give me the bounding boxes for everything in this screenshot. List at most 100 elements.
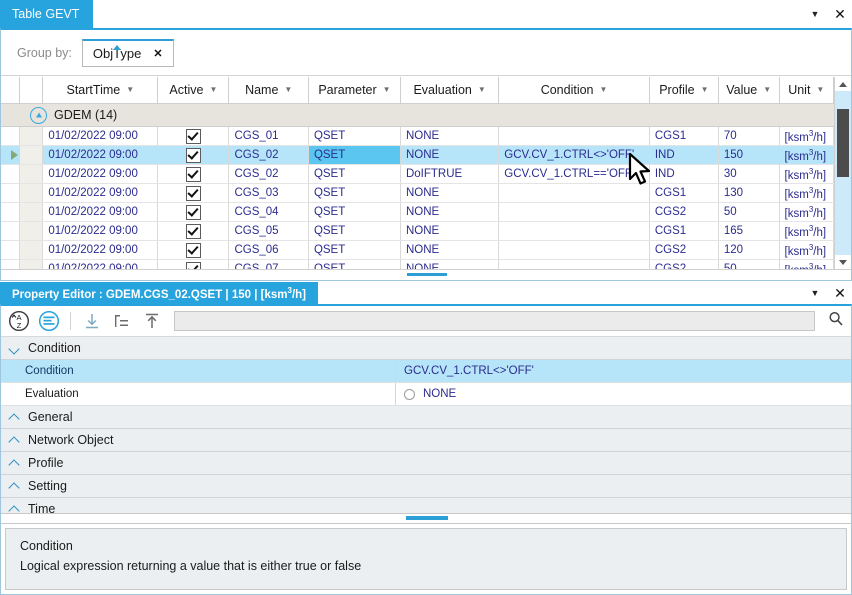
- filter-icon[interactable]: ▼: [478, 86, 486, 94]
- group-row-gdem[interactable]: GDEM (14): [1, 104, 834, 127]
- filter-icon[interactable]: ▼: [816, 86, 824, 94]
- scroll-down-arrow-icon[interactable]: [835, 255, 851, 269]
- cell-starttime[interactable]: 01/02/2022 09:00: [43, 146, 158, 165]
- checkbox-checked-icon[interactable]: [186, 243, 201, 258]
- cell-value[interactable]: 50: [718, 203, 779, 222]
- property-row[interactable]: ConditionGCV.CV_1.CTRL<>'OFF': [1, 360, 851, 383]
- checkbox-checked-icon[interactable]: [186, 167, 201, 182]
- cell-name[interactable]: CGS_04: [229, 203, 308, 222]
- cell-evaluation[interactable]: NONE: [400, 146, 498, 165]
- chevron-up-icon[interactable]: [9, 504, 20, 514]
- cell-unit[interactable]: [ksm3/h]: [779, 146, 833, 165]
- cell-profile[interactable]: CGS2: [649, 241, 718, 260]
- filter-icon[interactable]: ▼: [600, 86, 608, 94]
- cell-starttime[interactable]: 01/02/2022 09:00: [43, 127, 158, 146]
- indent-list-icon[interactable]: [110, 309, 134, 333]
- cell-active[interactable]: [158, 241, 229, 260]
- cell-condition[interactable]: GCV.CV_1.CTRL=='OFF': [499, 165, 650, 184]
- property-group-header[interactable]: Network Object: [1, 429, 851, 452]
- cell-value[interactable]: 130: [718, 184, 779, 203]
- cell-starttime[interactable]: 01/02/2022 09:00: [43, 184, 158, 203]
- cell-active[interactable]: [158, 184, 229, 203]
- property-search-input[interactable]: [181, 314, 808, 328]
- property-value[interactable]: NONE: [396, 383, 851, 405]
- cell-condition[interactable]: GCV.CV_1.CTRL<>'OFF': [499, 146, 650, 165]
- close-icon[interactable]: ✕: [834, 286, 846, 300]
- checkbox-checked-icon[interactable]: [186, 186, 201, 201]
- cell-evaluation[interactable]: NONE: [400, 127, 498, 146]
- chevron-up-icon[interactable]: [9, 458, 20, 469]
- cell-profile[interactable]: IND: [649, 146, 718, 165]
- cell-unit[interactable]: [ksm3/h]: [779, 222, 833, 241]
- scroll-thumb-horizontal[interactable]: [407, 273, 447, 276]
- cell-value[interactable]: 150: [718, 146, 779, 165]
- property-search-box[interactable]: [174, 311, 815, 331]
- column-header-profile[interactable]: Profile▼: [649, 77, 718, 104]
- sort-alphabetical-icon[interactable]: A Z: [7, 309, 31, 333]
- cell-condition[interactable]: [499, 241, 650, 260]
- row-marker-cell[interactable]: [1, 146, 20, 165]
- checkbox-checked-icon[interactable]: [186, 224, 201, 239]
- cell-profile[interactable]: CGS1: [649, 127, 718, 146]
- property-value[interactable]: GCV.CV_1.CTRL<>'OFF': [396, 360, 851, 382]
- cell-name[interactable]: CGS_03: [229, 184, 308, 203]
- column-header-active[interactable]: Active▼: [158, 77, 229, 104]
- cell-starttime[interactable]: 01/02/2022 09:00: [43, 165, 158, 184]
- filter-icon[interactable]: ▼: [701, 86, 709, 94]
- property-group-header[interactable]: Time: [1, 498, 851, 513]
- cell-name[interactable]: CGS_02: [229, 165, 308, 184]
- row-marker-cell[interactable]: [1, 165, 20, 184]
- cell-starttime[interactable]: 01/02/2022 09:00: [43, 222, 158, 241]
- categorize-icon[interactable]: [37, 309, 61, 333]
- scroll-track[interactable]: [835, 91, 851, 255]
- column-header-parameter[interactable]: Parameter▼: [308, 77, 400, 104]
- cell-evaluation[interactable]: DoIFTRUE: [400, 165, 498, 184]
- close-icon[interactable]: ✕: [834, 7, 846, 21]
- filter-icon[interactable]: ▼: [209, 86, 217, 94]
- cell-active[interactable]: [158, 127, 229, 146]
- cell-starttime[interactable]: 01/02/2022 09:00: [43, 203, 158, 222]
- property-group-header[interactable]: General: [1, 406, 851, 429]
- table-row[interactable]: 01/02/2022 09:00CGS_01QSETNONECGS170[ksm…: [1, 127, 834, 146]
- cell-parameter[interactable]: QSET: [308, 184, 400, 203]
- cell-condition[interactable]: [499, 222, 650, 241]
- cell-profile[interactable]: IND: [649, 165, 718, 184]
- cell-active[interactable]: [158, 203, 229, 222]
- cell-evaluation[interactable]: NONE: [400, 203, 498, 222]
- checkbox-checked-icon[interactable]: [186, 148, 201, 163]
- filter-icon[interactable]: ▼: [763, 86, 771, 94]
- cell-unit[interactable]: [ksm3/h]: [779, 165, 833, 184]
- filter-icon[interactable]: ▼: [383, 86, 391, 94]
- table-row[interactable]: 01/02/2022 09:00CGS_02QSETNONEGCV.CV_1.C…: [1, 146, 834, 165]
- table-row[interactable]: 01/02/2022 09:00CGS_05QSETNONECGS1165[ks…: [1, 222, 834, 241]
- chevron-up-icon[interactable]: [9, 435, 20, 446]
- table-row[interactable]: 01/02/2022 09:00CGS_06QSETNONECGS2120[ks…: [1, 241, 834, 260]
- scroll-thumb[interactable]: [837, 109, 849, 177]
- cell-unit[interactable]: [ksm3/h]: [779, 203, 833, 222]
- cell-evaluation[interactable]: NONE: [400, 222, 498, 241]
- property-row[interactable]: EvaluationNONE: [1, 383, 851, 406]
- cell-evaluation[interactable]: NONE: [400, 241, 498, 260]
- cell-value[interactable]: 70: [718, 127, 779, 146]
- search-icon[interactable]: [827, 310, 845, 333]
- row-marker-cell[interactable]: [1, 203, 20, 222]
- cell-parameter[interactable]: QSET: [308, 127, 400, 146]
- chevron-down-icon[interactable]: ▼: [810, 10, 820, 19]
- cell-unit[interactable]: [ksm3/h]: [779, 241, 833, 260]
- cell-name[interactable]: CGS_01: [229, 127, 308, 146]
- row-marker-cell[interactable]: [1, 127, 20, 146]
- chevron-down-icon[interactable]: ▼: [810, 289, 820, 298]
- cell-name[interactable]: CGS_05: [229, 222, 308, 241]
- cell-value[interactable]: 120: [718, 241, 779, 260]
- property-editor-tab[interactable]: Property Editor : GDEM.CGS_02.QSET | 150…: [0, 282, 318, 304]
- collapse-up-circle-icon[interactable]: [30, 107, 47, 124]
- cell-profile[interactable]: CGS1: [649, 184, 718, 203]
- property-group-header[interactable]: Condition: [1, 337, 851, 360]
- cell-parameter[interactable]: QSET: [308, 203, 400, 222]
- property-group-header[interactable]: Setting: [1, 475, 851, 498]
- row-marker-cell[interactable]: [1, 184, 20, 203]
- cell-parameter[interactable]: QSET: [308, 222, 400, 241]
- grid-vertical-scrollbar[interactable]: [834, 77, 851, 269]
- chevron-up-icon[interactable]: [9, 481, 20, 492]
- column-header-evaluation[interactable]: Evaluation▼: [400, 77, 498, 104]
